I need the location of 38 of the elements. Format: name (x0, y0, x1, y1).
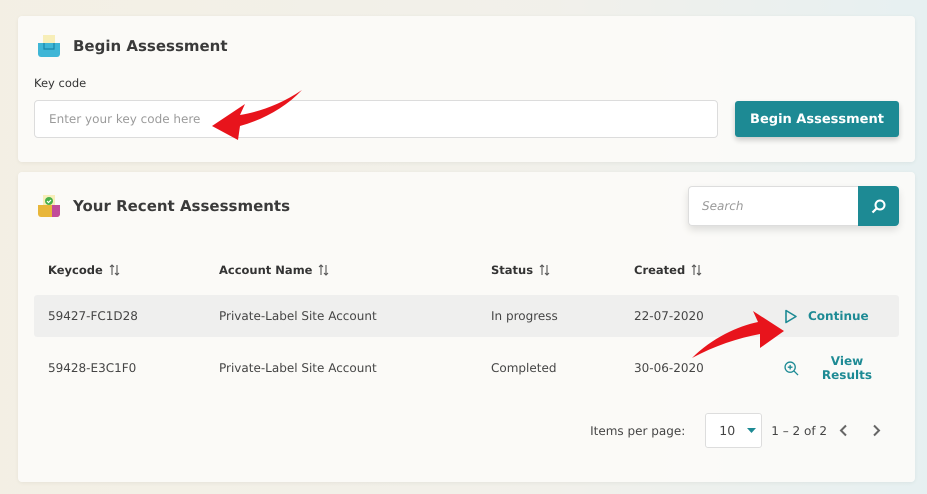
column-header[interactable]: Created (634, 263, 686, 277)
action-link[interactable]: View Results (784, 354, 885, 382)
table-cell-text: Private-Label Site Account (219, 309, 378, 323)
table-row[interactable]: 59428-E3C1F0 Private-Label Site Account Completed 30-06-2020 View Results (34, 347, 899, 389)
chevron-right-icon (872, 424, 881, 437)
sort-icon[interactable] (539, 264, 550, 276)
key-code-field[interactable]: Enter your key code here (34, 100, 718, 138)
table-cell-text: 30-06-2020 (634, 361, 705, 375)
table-cell-text: In progress (491, 309, 559, 323)
chevron-left-icon (839, 424, 848, 437)
column-header[interactable]: Status (491, 263, 534, 277)
search-icon (871, 198, 886, 214)
table-cell-text: 59428-E3C1F0 (48, 361, 138, 375)
page-range: 1 – 2 of 2 (771, 424, 827, 438)
begin-assessment-button[interactable]: Begin Assessment (735, 101, 899, 137)
table-row[interactable]: 59427-FC1D28 Private-Label Site Account In progress 22-07-2020 Continue (34, 295, 899, 337)
items-per-page-label: Items per page: (590, 424, 686, 438)
table-cell-text: Completed (491, 361, 558, 375)
caret-icon (747, 428, 756, 433)
zoom-in-icon (784, 360, 799, 376)
table-cell-text: 59427-FC1D28 (48, 309, 139, 323)
card-title: Your Recent Assessments (73, 197, 290, 215)
field-label: Key code (34, 76, 88, 90)
page-size-select[interactable]: 10 (705, 413, 762, 448)
column-header[interactable]: Account Name (219, 263, 312, 277)
folder-check-icon (37, 194, 61, 218)
card-title: Begin Assessment (73, 37, 228, 55)
search-button[interactable] (858, 186, 899, 226)
column-header[interactable]: Keycode (48, 263, 103, 277)
sort-icon[interactable] (318, 264, 330, 276)
sort-icon[interactable] (691, 264, 702, 276)
sort-icon[interactable] (108, 264, 120, 276)
table-cell-text: 22-07-2020 (634, 309, 705, 323)
action-link[interactable]: Continue (784, 308, 869, 324)
folder-icon (37, 34, 61, 58)
table-cell-text: Private-Label Site Account (219, 361, 378, 375)
play-icon (784, 308, 798, 324)
search-field[interactable]: Search (688, 186, 858, 226)
